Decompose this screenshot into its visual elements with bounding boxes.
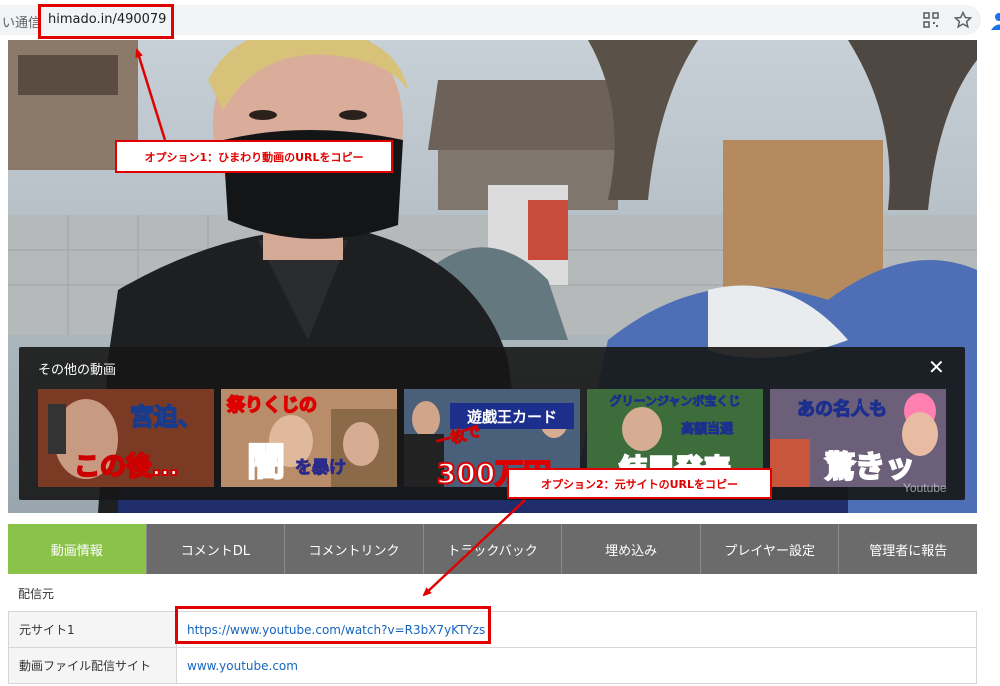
- security-status-text[interactable]: い通信: [2, 12, 41, 31]
- tab-5[interactable]: 埋め込み: [561, 524, 700, 574]
- thumbnail-1-caption-top: 宮迫、: [130, 403, 202, 431]
- tab-6[interactable]: プレイヤー設定: [699, 524, 839, 574]
- related-videos-panel: その他の動画 ✕ 宮迫、 この後… 祭りくじの 闇 を暴け 遊戯王カード 一枚で…: [19, 347, 965, 500]
- thumbnail-2-caption-top: 祭りくじの: [226, 394, 317, 416]
- distribution-site-link[interactable]: www.youtube.com: [187, 659, 298, 673]
- source-section-label: 配信元: [18, 587, 55, 601]
- tab-3[interactable]: コメントリンク: [284, 524, 423, 574]
- video-tab-bar: 動画情報 コメントDL コメントリンク トラックバック 埋め込み プレイヤー設定 管理者に報…: [8, 524, 978, 574]
- thumbnail-2-caption-big: 闇: [247, 440, 285, 484]
- thumbnail-2-caption-small: を暴け: [295, 458, 346, 478]
- source-url-highlight-box: [175, 606, 491, 644]
- thumbnail-5-caption-bottom: 驚きッ: [825, 450, 915, 485]
- tab-2[interactable]: コメントDL: [145, 524, 285, 574]
- source-site-key: 元サイト1: [8, 611, 177, 648]
- bookmark-star-icon[interactable]: [953, 10, 973, 30]
- table-row: 動画ファイル配信サイト www.youtube.com: [8, 647, 977, 684]
- close-icon[interactable]: ✕: [928, 357, 945, 377]
- profile-avatar-icon[interactable]: [990, 10, 1000, 30]
- distribution-site-key: 動画ファイル配信サイト: [8, 647, 177, 684]
- tab-4[interactable]: トラックバック: [422, 524, 562, 574]
- thumbnail-5-caption-top: あの名人も: [797, 398, 887, 420]
- option2-callout: オプション2：元サイトのURLをコピー: [507, 468, 772, 499]
- related-video-thumbnail-1[interactable]: 宮迫、 この後…: [38, 389, 214, 487]
- qr-code-icon[interactable]: [921, 10, 941, 30]
- related-video-thumbnail-2[interactable]: 祭りくじの 闇 を暴け: [221, 389, 397, 487]
- video-watermark: Youtube: [903, 481, 947, 495]
- option1-callout: オプション1：ひまわり動画のURLをコピー: [115, 140, 393, 173]
- related-videos-title: その他の動画: [38, 363, 117, 378]
- thumbnail-1-caption-bottom: この後…: [74, 451, 178, 482]
- tab-1[interactable]: 動画情報: [8, 524, 146, 574]
- table-row: 元サイト1 https://www.youtube.com/watch?v=R3…: [8, 611, 977, 648]
- source-info-table: 元サイト1 https://www.youtube.com/watch?v=R3…: [8, 611, 977, 684]
- thumbnail-4-caption-mid: 高額当選: [681, 421, 733, 437]
- thumbnail-3-caption-top: 遊戯王カード: [467, 408, 557, 426]
- related-video-thumbnail-5[interactable]: あの名人も 驚きッ: [770, 389, 946, 487]
- url-highlight-box: [38, 4, 174, 39]
- thumbnail-4-caption-top: グリーンジャンボ宝くじ: [610, 393, 741, 408]
- tab-7[interactable]: 管理者に報告: [838, 524, 978, 574]
